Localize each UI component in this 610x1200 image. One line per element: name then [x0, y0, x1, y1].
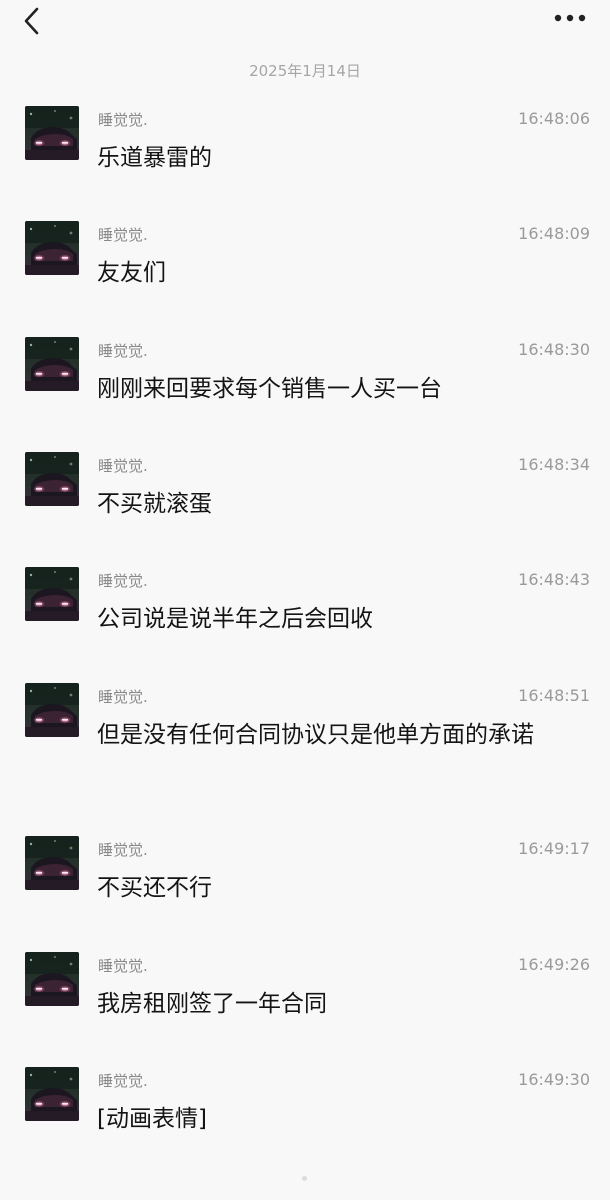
sender-name: 睡觉觉. — [98, 841, 148, 859]
message-time: 16:49:17 — [518, 839, 590, 858]
sender-name: 睡觉觉. — [98, 226, 148, 244]
chevron-left-icon — [24, 7, 39, 35]
message-text[interactable]: 不买就滚蛋 — [97, 486, 577, 522]
avatar[interactable] — [25, 452, 79, 506]
avatar[interactable] — [25, 221, 79, 275]
message-text[interactable]: 刚刚来回要求每个销售一人买一台 — [97, 371, 577, 407]
message-text[interactable]: 友友们 — [97, 255, 577, 291]
sender-name: 睡觉觉. — [98, 1072, 148, 1090]
message-time: 16:49:30 — [518, 1070, 590, 1089]
sender-name: 睡觉觉. — [98, 457, 148, 475]
loading-dot — [302, 1176, 307, 1181]
back-button[interactable] — [18, 6, 48, 36]
message-text[interactable]: [动画表情] — [97, 1101, 577, 1137]
avatar[interactable] — [25, 106, 79, 160]
avatar[interactable] — [25, 1067, 79, 1121]
sender-name: 睡觉觉. — [98, 572, 148, 590]
message-time: 16:48:09 — [518, 224, 590, 243]
sender-name: 睡觉觉. — [98, 111, 148, 129]
more-button[interactable] — [550, 6, 590, 30]
message-time: 16:48:43 — [518, 570, 590, 589]
message-time: 16:48:30 — [518, 340, 590, 359]
avatar[interactable] — [25, 836, 79, 890]
sender-name: 睡觉觉. — [98, 957, 148, 975]
date-divider: 2025年1月14日 — [249, 62, 361, 80]
sender-name: 睡觉觉. — [98, 342, 148, 360]
avatar[interactable] — [25, 952, 79, 1006]
top-bar — [0, 0, 610, 50]
avatar[interactable] — [25, 337, 79, 391]
message-time: 16:48:34 — [518, 455, 590, 474]
message-text[interactable]: 乐道暴雷的 — [97, 140, 577, 176]
message-text[interactable]: 不买还不行 — [97, 870, 577, 906]
message-text[interactable]: 公司说是说半年之后会回收 — [97, 601, 577, 637]
avatar[interactable] — [25, 683, 79, 737]
sender-name: 睡觉觉. — [98, 688, 148, 706]
avatar[interactable] — [25, 567, 79, 621]
message-text[interactable]: 我房租刚签了一年合同 — [97, 986, 577, 1022]
message-time: 16:49:26 — [518, 955, 590, 974]
message-text[interactable]: 但是没有任何合同协议只是他单方面的承诺 — [97, 717, 577, 753]
message-time: 16:48:06 — [518, 109, 590, 128]
message-time: 16:48:51 — [518, 686, 590, 705]
more-dots-icon — [554, 14, 586, 22]
